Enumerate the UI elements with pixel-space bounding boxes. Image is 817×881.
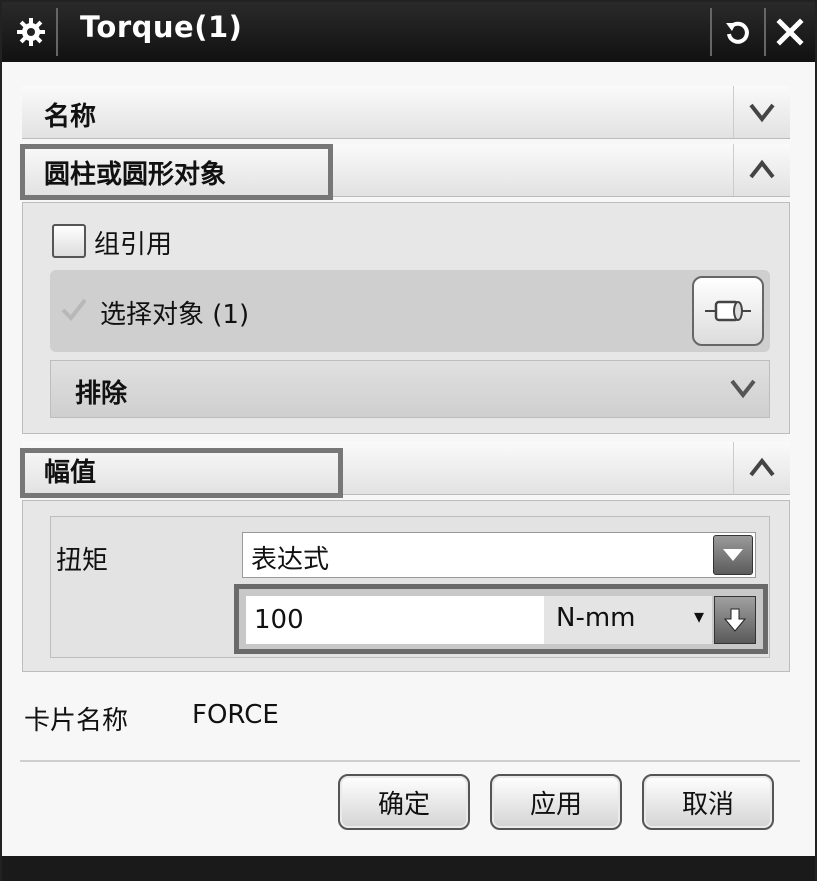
apply-button[interactable]: 应用: [490, 774, 622, 830]
torque-type-select[interactable]: 表达式: [242, 532, 756, 578]
torque-value-input[interactable]: [246, 596, 544, 644]
chevron-up-icon[interactable]: [733, 144, 790, 196]
cylinder-icon[interactable]: [692, 276, 764, 346]
card-name-value: FORCE: [192, 700, 279, 730]
caret-down-icon[interactable]: ▾: [694, 604, 704, 628]
chevron-up-icon[interactable]: [733, 442, 790, 494]
close-icon[interactable]: [766, 8, 814, 56]
torque-label: 扭矩: [56, 546, 109, 576]
unit-select[interactable]: N-mm ▾: [544, 596, 712, 644]
select-object-label: 选择对象 (1): [100, 300, 250, 330]
section-name-label: 名称: [44, 102, 97, 132]
arrow-down-icon[interactable]: [714, 596, 756, 644]
exclude-row[interactable]: 排除: [50, 360, 770, 418]
gear-icon[interactable]: [6, 8, 58, 56]
window-title: Torque(1): [80, 10, 243, 44]
highlight-box: [20, 448, 343, 498]
chevron-down-icon[interactable]: [729, 377, 757, 403]
unit-value: N-mm: [556, 603, 636, 633]
highlight-box: [20, 144, 333, 200]
card-name-label: 卡片名称: [24, 706, 129, 736]
torque-type-value: 表达式: [251, 545, 330, 575]
torque-dialog: Torque(1) 名称 圆柱或圆形对象 组引用 选择对象 (1) 排除 幅值 …: [0, 0, 817, 881]
exclude-label: 排除: [75, 379, 128, 409]
title-separator: [710, 8, 712, 56]
cancel-button[interactable]: 取消: [642, 774, 774, 830]
checkmark-icon: [60, 296, 88, 326]
reset-icon[interactable]: [714, 8, 762, 56]
chevron-down-icon[interactable]: [733, 86, 790, 138]
select-object-row[interactable]: 选择对象 (1): [50, 270, 770, 352]
divider: [20, 760, 800, 762]
group-reference-checkbox[interactable]: [52, 224, 86, 258]
section-name-header[interactable]: 名称: [22, 86, 790, 139]
bottom-bar: [2, 856, 815, 881]
ok-button[interactable]: 确定: [338, 774, 470, 830]
group-reference-label: 组引用: [94, 230, 173, 260]
chevron-down-icon[interactable]: [713, 535, 753, 575]
title-bar: Torque(1): [2, 2, 815, 62]
